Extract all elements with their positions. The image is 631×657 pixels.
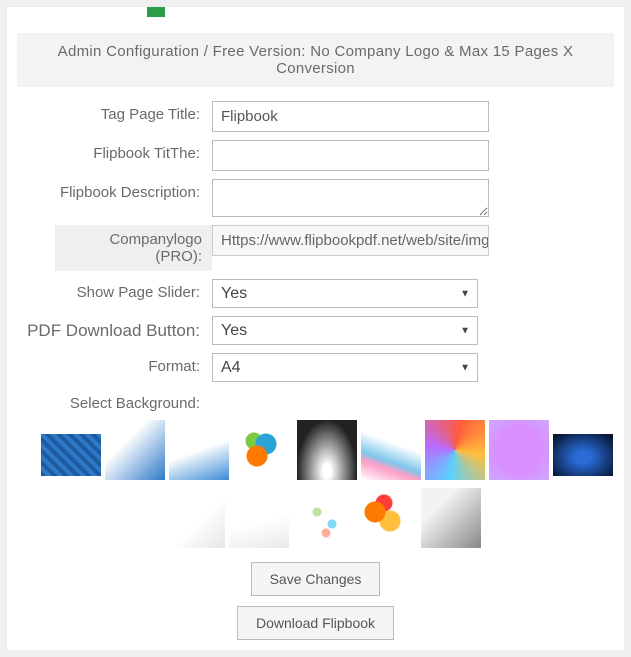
bg-thumb-geo-color[interactable] [425,420,485,480]
background-thumbnails [41,420,621,480]
save-changes-button[interactable]: Save Changes [251,562,381,596]
bg-thumb-orange-flora[interactable] [357,488,417,548]
label-flipbook-title: Flipbook TitThe: [7,140,212,162]
mini-green-block [147,7,165,17]
bg-thumb-purple-dots[interactable] [489,420,549,480]
textarea-flipbook-description[interactable] [212,179,489,217]
bg-thumb-white-cubes[interactable] [165,488,225,548]
bg-thumb-dark-wave[interactable] [553,434,613,476]
bg-thumb-blue-triangles[interactable] [105,420,165,480]
bg-thumb-color-swirl[interactable] [233,420,293,480]
admin-config-panel: Admin Configuration / Free Version: No C… [6,6,625,651]
input-tag-page-title[interactable] [212,101,489,132]
bg-thumb-dark-grid[interactable] [297,420,357,480]
bg-thumb-white-wave[interactable] [229,488,289,548]
field-company-logo-url: Https://www.flipbookpdf.net/web/site/img… [212,225,489,256]
select-format[interactable]: A4 [212,353,478,382]
bg-thumb-blue-mosaic[interactable] [41,434,101,476]
bg-thumb-grey-abstract[interactable] [421,488,481,548]
bg-thumb-dot-confetti[interactable] [293,488,353,548]
label-format: Format: [7,353,212,375]
input-flipbook-title[interactable] [212,140,489,171]
select-pdf-download-button[interactable]: Yes [212,316,478,345]
label-pdf-download-button: PDF Download Button: [7,316,212,341]
faint-header-text [395,7,404,20]
label-select-background: Select Background: [7,390,212,412]
background-thumbnails-row2 [165,488,625,548]
bg-thumb-wave-lines[interactable] [361,420,421,480]
label-show-page-slider: Show Page Slider: [7,279,212,301]
label-tag-page-title: Tag Page Title: [7,101,212,123]
label-flipbook-description: Flipbook Description: [7,179,212,201]
bg-thumb-blue-soft[interactable] [169,420,229,480]
select-show-page-slider[interactable]: Yes [212,279,478,308]
label-company-logo: Companylogo (PRO): [55,225,212,271]
config-banner: Admin Configuration / Free Version: No C… [17,33,614,87]
download-flipbook-button[interactable]: Download Flipbook [237,606,394,640]
action-buttons: Save Changes Download Flipbook [7,562,624,640]
faint-header [7,7,624,25]
